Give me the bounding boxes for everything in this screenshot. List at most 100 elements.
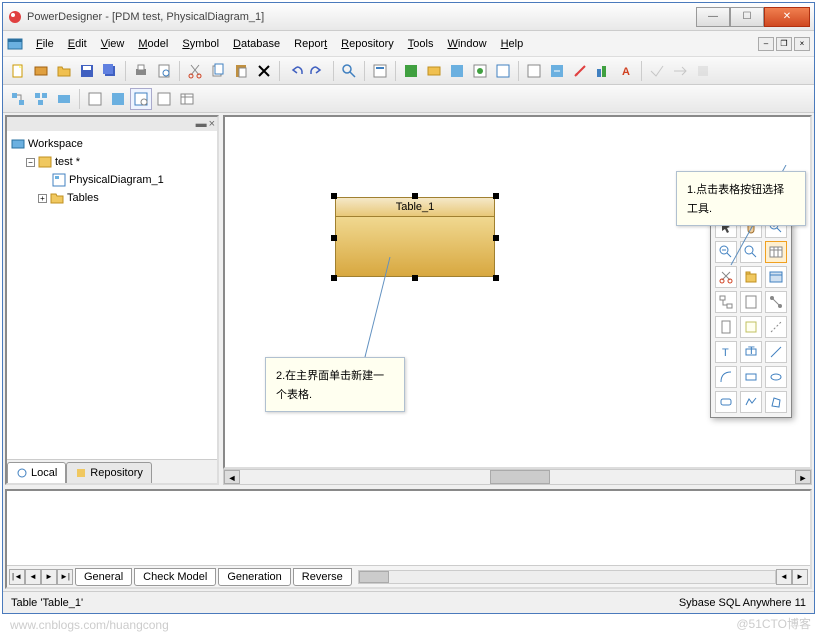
scroll-track[interactable] (240, 470, 795, 484)
tab-reverse[interactable]: Reverse (293, 568, 352, 586)
scroll-thumb[interactable] (490, 470, 550, 484)
resize-handle[interactable] (331, 193, 337, 199)
menu-tools[interactable]: Tools (401, 35, 441, 53)
tab-scroll-right[interactable]: ► (792, 569, 808, 585)
tool-a-button[interactable] (400, 60, 422, 82)
tool-c-button[interactable] (446, 60, 468, 82)
tab-nav-prev[interactable]: ◄ (25, 569, 41, 585)
cut-button[interactable] (184, 60, 206, 82)
vt-6[interactable] (130, 88, 152, 110)
sidebar-close-icon[interactable]: × (209, 118, 215, 130)
tab-scroll-left[interactable]: ◄ (776, 569, 792, 585)
expand-icon[interactable]: + (38, 194, 47, 203)
menu-symbol[interactable]: Symbol (175, 35, 226, 53)
menu-model[interactable]: Model (131, 35, 175, 53)
tab-generation[interactable]: Generation (218, 568, 290, 586)
tree-root[interactable]: Workspace (11, 135, 213, 153)
redo-button[interactable] (307, 60, 329, 82)
tab-general[interactable]: General (75, 568, 132, 586)
tool-f-button[interactable] (523, 60, 545, 82)
tool-j-button[interactable]: A (615, 60, 637, 82)
package-tool[interactable] (740, 266, 762, 288)
resize-handle[interactable] (493, 275, 499, 281)
view-tool[interactable] (765, 266, 787, 288)
vt-2[interactable] (30, 88, 52, 110)
ellipse-tool[interactable] (765, 366, 787, 388)
collapse-icon[interactable]: − (26, 158, 35, 167)
save-button[interactable] (76, 60, 98, 82)
zoom-out-tool[interactable] (715, 241, 737, 263)
output-content[interactable] (7, 491, 810, 565)
saveall-button[interactable] (99, 60, 121, 82)
tool-d-button[interactable] (469, 60, 491, 82)
close-button[interactable]: ✕ (764, 7, 810, 27)
title-tool[interactable]: T (740, 341, 762, 363)
scroll-right-button[interactable]: ► (795, 470, 811, 484)
tool-i-button[interactable] (592, 60, 614, 82)
polyline-tool[interactable] (740, 391, 762, 413)
mdi-restore-button[interactable]: ❐ (776, 37, 792, 51)
menu-view[interactable]: View (94, 35, 132, 53)
mdi-close-button[interactable]: × (794, 37, 810, 51)
vt-7[interactable] (153, 88, 175, 110)
delete-button[interactable] (253, 60, 275, 82)
link-tool[interactable] (765, 291, 787, 313)
procedure-tool[interactable] (740, 291, 762, 313)
tool-l-button[interactable] (669, 60, 691, 82)
rect-tool[interactable] (740, 366, 762, 388)
tool-g-button[interactable] (546, 60, 568, 82)
line-tool[interactable] (765, 341, 787, 363)
undo-button[interactable] (284, 60, 306, 82)
mdi-icon[interactable] (7, 36, 23, 52)
maximize-button[interactable]: ☐ (730, 7, 764, 27)
arc-tool[interactable] (715, 366, 737, 388)
resize-handle[interactable] (331, 235, 337, 241)
roundrect-tool[interactable] (715, 391, 737, 413)
workspace-tree[interactable]: Workspace − test * PhysicalDiagram_1 + (7, 131, 217, 459)
find-button[interactable] (338, 60, 360, 82)
cut-tool[interactable] (715, 266, 737, 288)
text-tool[interactable]: T (715, 341, 737, 363)
tool-k-button[interactable] (646, 60, 668, 82)
menu-report[interactable]: Report (287, 35, 334, 53)
tab-scroll[interactable] (358, 570, 776, 584)
file-tool[interactable] (715, 316, 737, 338)
canvas-hscroll[interactable]: ◄ ► (223, 469, 812, 485)
new-button[interactable] (7, 60, 29, 82)
diagram-canvas[interactable]: Table_1 Palette × (223, 115, 812, 469)
tree-project[interactable]: − test * (11, 153, 213, 171)
menu-file[interactable]: File (29, 35, 61, 53)
new-model-button[interactable] (30, 60, 52, 82)
resize-handle[interactable] (412, 193, 418, 199)
table-symbol[interactable]: Table_1 (335, 197, 495, 277)
resize-handle[interactable] (331, 275, 337, 281)
note-tool[interactable] (740, 316, 762, 338)
vt-4[interactable] (84, 88, 106, 110)
tab-local[interactable]: Local (7, 462, 66, 483)
menu-repository[interactable]: Repository (334, 35, 401, 53)
menu-database[interactable]: Database (226, 35, 287, 53)
preview-button[interactable] (153, 60, 175, 82)
reference-tool[interactable] (715, 291, 737, 313)
resize-handle[interactable] (493, 193, 499, 199)
tab-nav-first[interactable]: |◄ (9, 569, 25, 585)
scroll-left-button[interactable]: ◄ (224, 470, 240, 484)
table-tool[interactable] (765, 241, 787, 263)
tool-m-button[interactable] (692, 60, 714, 82)
vt-1[interactable] (7, 88, 29, 110)
tool-e-button[interactable] (492, 60, 514, 82)
menu-help[interactable]: Help (494, 35, 531, 53)
tool-b-button[interactable] (423, 60, 445, 82)
paste-button[interactable] (230, 60, 252, 82)
vt-3[interactable] (53, 88, 75, 110)
vt-8[interactable] (176, 88, 198, 110)
print-button[interactable] (130, 60, 152, 82)
open-button[interactable] (53, 60, 75, 82)
minimize-button[interactable]: — (696, 7, 730, 27)
tab-check-model[interactable]: Check Model (134, 568, 216, 586)
copy-button[interactable] (207, 60, 229, 82)
tab-nav-last[interactable]: ►| (57, 569, 73, 585)
menu-window[interactable]: Window (440, 35, 493, 53)
mdi-minimize-button[interactable]: – (758, 37, 774, 51)
tab-nav-next[interactable]: ► (41, 569, 57, 585)
